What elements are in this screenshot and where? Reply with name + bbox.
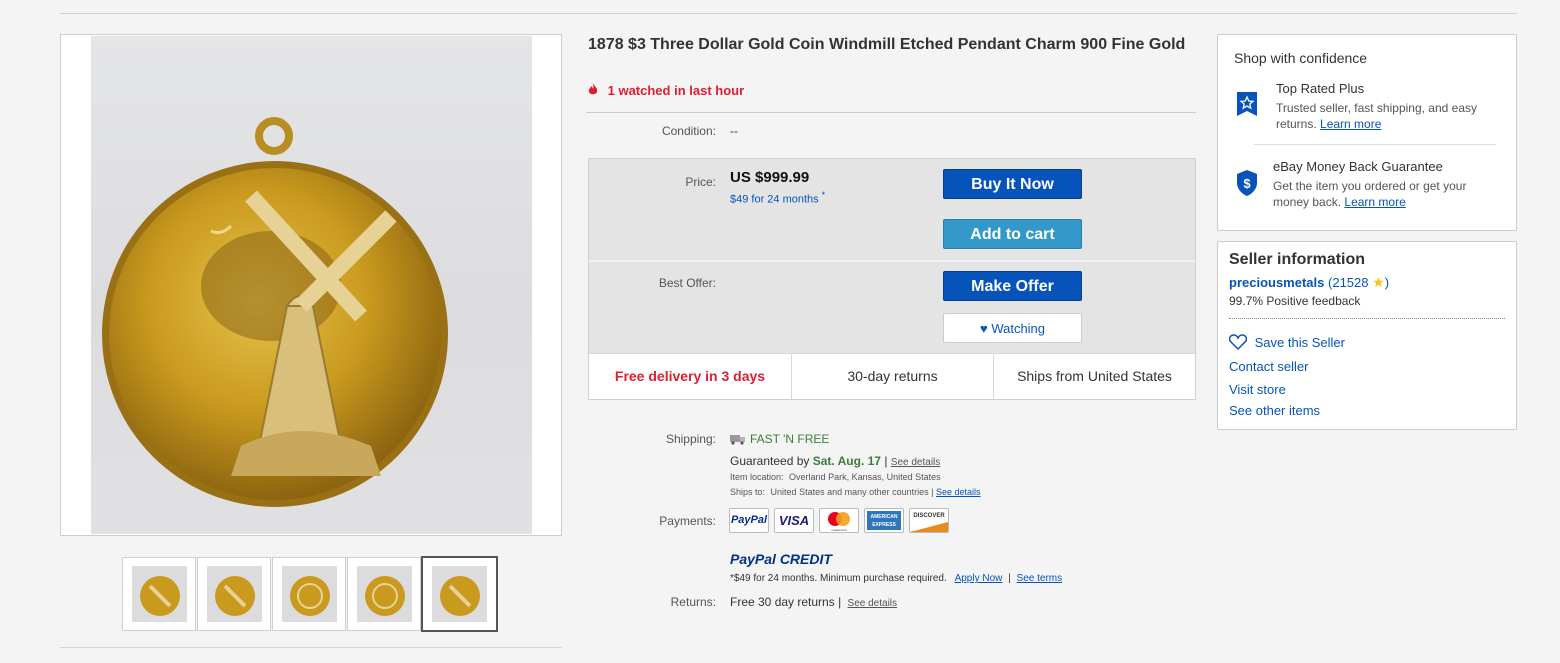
apply-now-link[interactable]: Apply Now <box>955 573 1003 584</box>
truck-icon <box>730 433 746 448</box>
watching-label: Watching <box>991 321 1046 336</box>
contact-seller-link[interactable]: Contact seller <box>1229 359 1308 374</box>
paypal-credit-note: *$49 for 24 months. Minimum purchase req… <box>730 573 1062 584</box>
gold-pendant-image <box>102 117 448 507</box>
seller-score-close: ) <box>1384 275 1390 290</box>
highlight-ships-from: Ships from United States <box>993 354 1195 399</box>
credit-note-text: *$49 for 24 months. Minimum purchase req… <box>730 573 947 584</box>
guaranteed-date: Sat. Aug. 17 <box>812 454 881 468</box>
discover-logo: DISCOVER <box>909 508 949 533</box>
main-product-image[interactable] <box>60 34 562 536</box>
save-seller-link[interactable]: Save this Seller <box>1255 335 1345 350</box>
highlights-bar: Free delivery in 3 days 30-day returns S… <box>589 353 1195 399</box>
seller-name-link[interactable]: preciousmetals <box>1229 275 1324 290</box>
guaranteed-line: Guaranteed by Sat. Aug. 17 | See details <box>730 454 940 468</box>
add-to-cart-button[interactable]: Add to cart <box>943 219 1082 249</box>
returns-value: Free 30 day returns <box>730 595 835 609</box>
finance-offer[interactable]: $49 for 24 months * <box>730 190 825 206</box>
watching-button[interactable]: ♥ Watching <box>943 313 1082 343</box>
top-rated-learn-more-link[interactable]: Learn more <box>1320 117 1381 131</box>
heart-icon: ♥ <box>979 321 988 336</box>
credit-pipe: | <box>1008 573 1011 584</box>
rating-star-icon: ★ <box>1372 274 1385 290</box>
condition-value: -- <box>730 124 738 138</box>
thumbnail-3[interactable] <box>272 557 346 631</box>
visa-logo: VISA <box>774 508 814 533</box>
finance-footnote-mark: * <box>821 190 826 200</box>
shop-with-confidence-box: Shop with confidence Top Rated Plus Trus… <box>1217 34 1517 231</box>
seller-dotted-divider <box>1229 318 1505 319</box>
money-back-desc: Get the item you ordered or get your mon… <box>1273 178 1498 210</box>
title-divider <box>586 112 1196 113</box>
star-badge-icon <box>1236 91 1258 120</box>
discover-label: DISCOVER <box>913 513 945 519</box>
thumbnail-4[interactable] <box>347 557 421 631</box>
shipping-label: Shipping: <box>665 432 716 446</box>
paypal-credit-logo: PayPal CREDIT <box>730 551 832 567</box>
make-offer-button[interactable]: Make Offer <box>943 271 1082 301</box>
see-terms-link[interactable]: See terms <box>1017 573 1063 584</box>
ships-to-label: Ships to: <box>730 487 766 497</box>
shield-dollar-icon: $ <box>1236 169 1258 200</box>
ships-to: Ships to: United States and many other c… <box>730 487 981 497</box>
watch-count-text: 1 watched in last hour <box>607 83 745 98</box>
top-rated-title: Top Rated Plus <box>1276 81 1365 96</box>
highlight-free-delivery: Free delivery in 3 days <box>614 368 766 384</box>
returns-label: Returns: <box>670 595 716 609</box>
flame-icon <box>588 83 599 99</box>
mastercard-label: mastercard <box>831 528 847 532</box>
amex-logo: AMERICAN EXPRESS <box>864 508 904 533</box>
money-back-title: eBay Money Back Guarantee <box>1273 159 1443 174</box>
thumbnail-1[interactable] <box>122 557 196 631</box>
ships-to-value: United States and many other countries <box>770 487 929 497</box>
buy-box-separator <box>589 260 1195 262</box>
returns-line: Free 30 day returns | See details <box>730 595 897 609</box>
save-seller-row[interactable]: Save this Seller <box>1228 334 1345 353</box>
condition-label: Condition: <box>661 124 716 138</box>
best-offer-label: Best Offer: <box>658 276 716 290</box>
heart-outline-icon <box>1228 334 1248 353</box>
visit-store-link[interactable]: Visit store <box>1229 382 1286 397</box>
top-divider <box>60 13 1517 14</box>
seller-heading: Seller information <box>1229 251 1366 268</box>
money-back-learn-more-link[interactable]: Learn more <box>1344 195 1405 209</box>
guaranteed-separator: | <box>884 454 888 468</box>
shipping-see-details-link[interactable]: See details <box>891 457 940 468</box>
item-title: 1878 $3 Three Dollar Gold Coin Windmill … <box>588 36 1186 53</box>
finance-text[interactable]: $49 for 24 months <box>730 194 819 206</box>
confidence-heading: Shop with confidence <box>1234 50 1368 66</box>
see-other-items-link[interactable]: See other items <box>1229 403 1320 418</box>
paypal-logo: PayPal <box>729 508 769 533</box>
payments-label: Payments: <box>659 514 716 528</box>
ships-to-see-details-link[interactable]: See details <box>936 487 981 497</box>
price-label: Price: <box>685 175 716 189</box>
shipping-method: FAST 'N FREE <box>730 432 829 448</box>
svg-text:$: $ <box>1243 176 1251 191</box>
highlight-returns: 30-day returns <box>791 354 993 399</box>
mastercard-logo: mastercard <box>819 508 859 533</box>
bottom-divider <box>60 647 562 648</box>
product-photo <box>91 36 532 534</box>
ships-to-separator: | <box>931 487 934 497</box>
returns-see-details-link[interactable]: See details <box>848 598 897 609</box>
buy-box: Price: US $999.99 $49 for 24 months * Buy… <box>588 158 1196 400</box>
returns-pipe: | <box>838 595 842 609</box>
confidence-divider <box>1254 144 1496 145</box>
thumbnail-2[interactable] <box>197 557 271 631</box>
shipping-method-text: FAST 'N FREE <box>750 432 830 446</box>
item-location-label: Item location: <box>730 472 784 482</box>
guaranteed-prefix: Guaranteed by <box>730 454 810 468</box>
item-location: Item location: Overland Park, Kansas, Un… <box>730 472 941 482</box>
buy-it-now-button[interactable]: Buy It Now <box>943 169 1082 199</box>
seller-information-box: Seller information preciousmetals (21528… <box>1217 241 1517 430</box>
top-rated-desc: Trusted seller, fast shipping, and easy … <box>1276 100 1501 132</box>
watch-count: 1 watched in last hour <box>588 83 744 99</box>
price-amount: US $999.99 <box>730 169 810 186</box>
seller-score-link[interactable]: 21528 <box>1332 275 1368 290</box>
amex-label: AMERICAN EXPRESS <box>867 511 901 530</box>
item-location-value: Overland Park, Kansas, United States <box>789 472 941 482</box>
seller-name-line: preciousmetals (21528 ★) <box>1229 274 1389 291</box>
thumbnail-5-selected[interactable] <box>421 556 498 632</box>
positive-feedback: 99.7% Positive feedback <box>1229 294 1361 308</box>
